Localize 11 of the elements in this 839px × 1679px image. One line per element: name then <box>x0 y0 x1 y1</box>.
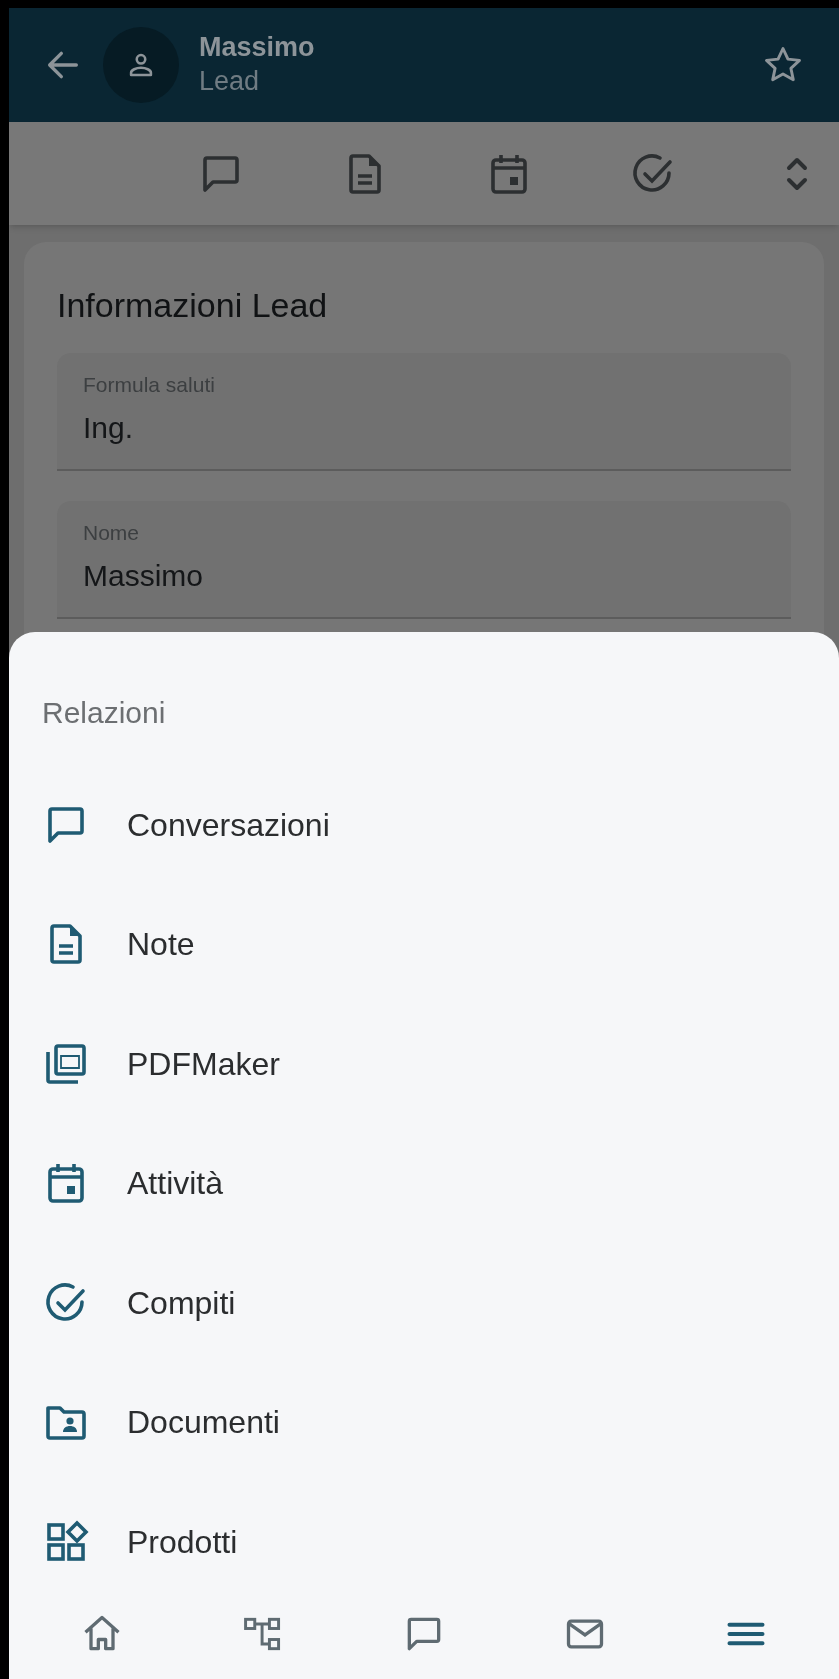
record-type: Lead <box>199 65 261 98</box>
relation-item[interactable]: Prodotti <box>9 1482 839 1602</box>
relation-item[interactable]: Attività <box>9 1123 839 1243</box>
sheet-title: Relazioni <box>42 695 167 731</box>
relation-item[interactable]: Documenti <box>9 1362 839 1482</box>
relation-item[interactable]: Conversazioni <box>9 765 839 885</box>
section-title: Informazioni Lead <box>57 285 329 326</box>
contact-name: Massimo <box>199 31 316 65</box>
relation-item[interactable]: Note <box>9 884 839 1004</box>
relation-item[interactable]: PDFMaker <box>9 1004 839 1124</box>
relation-item[interactable]: Compiti <box>9 1243 839 1363</box>
